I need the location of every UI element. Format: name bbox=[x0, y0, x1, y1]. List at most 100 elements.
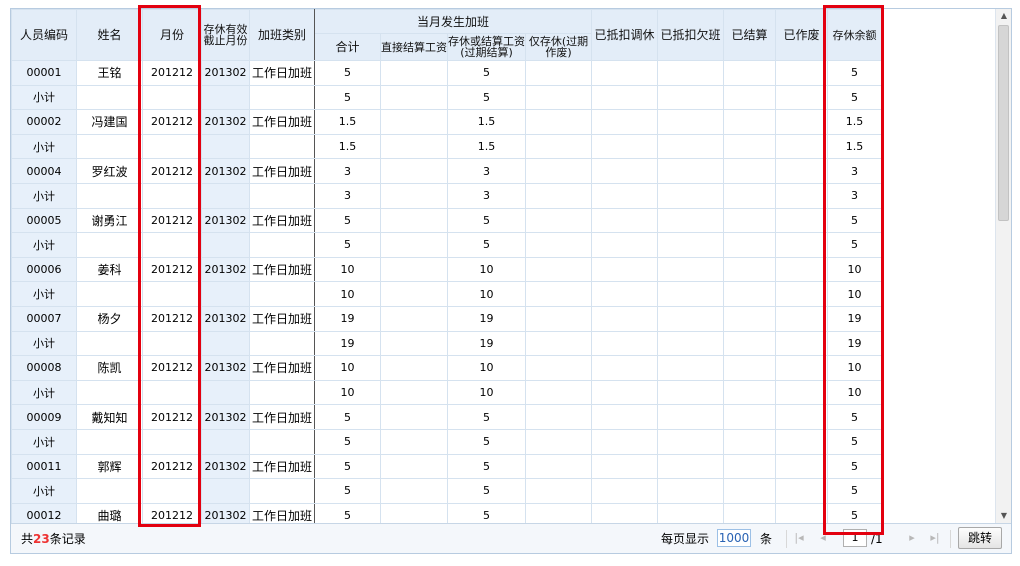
current-page-input[interactable]: 1 bbox=[843, 529, 867, 547]
subtotal-row[interactable]: 小计 5 5 5 bbox=[11, 428, 882, 455]
cell-cutoff-month: 201302 bbox=[201, 404, 250, 430]
table-row[interactable]: 00012 曲璐 201212 201302 工作日加班 5 5 5 bbox=[11, 502, 882, 523]
subtotal-row[interactable]: 小计 1.5 1.5 1.5 bbox=[11, 133, 882, 160]
cell-person-code: 小计 bbox=[11, 281, 77, 307]
col-ot-type[interactable]: 加班类别 bbox=[249, 9, 315, 61]
cell-person-code: 00008 bbox=[11, 355, 77, 381]
cell-voided bbox=[775, 281, 828, 307]
cell-month: 201212 bbox=[142, 355, 202, 381]
cell-person-code: 小计 bbox=[11, 182, 77, 209]
table-row[interactable]: 00008 陈凯 201212 201302 工作日加班 10 10 10 bbox=[11, 355, 882, 381]
scroll-thumb[interactable] bbox=[998, 25, 1009, 221]
cell-total: 19 bbox=[314, 305, 381, 332]
col-comp-only[interactable]: 仅存休(过期作废) bbox=[525, 33, 592, 61]
col-deducted-absent[interactable]: 已抵扣欠班 bbox=[657, 9, 724, 61]
col-name[interactable]: 姓名 bbox=[76, 9, 143, 61]
subtotal-row[interactable]: 小计 5 5 5 bbox=[11, 478, 882, 504]
col-comp-or-salary[interactable]: 存休或结算工资(过期结算) bbox=[447, 33, 526, 61]
cell-deducted-comp bbox=[591, 428, 658, 455]
col-total[interactable]: 合计 bbox=[314, 33, 381, 61]
cell-comp-only bbox=[525, 453, 592, 480]
record-count: 共23条记录 bbox=[21, 532, 86, 546]
cell-total: 5 bbox=[314, 428, 381, 455]
cell-comp-or-salary: 10 bbox=[447, 355, 526, 381]
cell-comp-only bbox=[525, 182, 592, 209]
cell-settled bbox=[723, 232, 776, 258]
cell-voided bbox=[775, 379, 828, 406]
cell-balance: 5 bbox=[827, 453, 882, 480]
cell-person-code: 小计 bbox=[11, 232, 77, 258]
next-page-icon[interactable]: ▸ bbox=[904, 530, 920, 546]
prev-page-icon[interactable]: ◂ bbox=[815, 530, 831, 546]
subtotal-row[interactable]: 小计 5 5 5 bbox=[11, 84, 882, 111]
cell-name: 戴知知 bbox=[76, 404, 143, 430]
subtotal-row[interactable]: 小计 3 3 3 bbox=[11, 182, 882, 209]
table-row[interactable]: 00011 郭辉 201212 201302 工作日加班 5 5 5 bbox=[11, 453, 882, 480]
cell-comp-only bbox=[525, 379, 592, 406]
table-row[interactable]: 00007 杨夕 201212 201302 工作日加班 19 19 19 bbox=[11, 305, 882, 332]
last-page-icon[interactable]: ▸| bbox=[927, 530, 943, 546]
subtotal-row[interactable]: 小计 10 10 10 bbox=[11, 281, 882, 307]
cell-settled bbox=[723, 109, 776, 135]
cell-total: 10 bbox=[314, 281, 381, 307]
cell-voided bbox=[775, 355, 828, 381]
cell-balance: 1.5 bbox=[827, 109, 882, 135]
first-page-icon[interactable]: |◂ bbox=[791, 530, 807, 546]
col-cutoff-month[interactable]: 存休有效截止月份 bbox=[201, 9, 250, 61]
cell-deducted-comp bbox=[591, 133, 658, 160]
subtotal-row[interactable]: 小计 19 19 19 bbox=[11, 330, 882, 357]
subtotal-row[interactable]: 小计 10 10 10 bbox=[11, 379, 882, 406]
scroll-up-icon[interactable]: ▲ bbox=[996, 9, 1012, 23]
table-row[interactable]: 00004 罗红波 201212 201302 工作日加班 3 3 3 bbox=[11, 158, 882, 184]
cell-person-code: 小计 bbox=[11, 84, 77, 111]
cell-voided bbox=[775, 256, 828, 283]
cell-comp-or-salary: 5 bbox=[447, 428, 526, 455]
table-row[interactable]: 00005 谢勇江 201212 201302 工作日加班 5 5 5 bbox=[11, 207, 882, 234]
cell-comp-or-salary: 5 bbox=[447, 60, 526, 86]
cell-deducted-absent bbox=[657, 404, 724, 430]
scroll-down-icon[interactable]: ▼ bbox=[996, 509, 1012, 523]
page-size-input[interactable]: 1000 bbox=[717, 529, 751, 547]
cell-ot-type: 工作日加班 bbox=[249, 256, 315, 283]
cell-deducted-absent bbox=[657, 305, 724, 332]
cell-balance: 5 bbox=[827, 84, 882, 111]
col-month[interactable]: 月份 bbox=[142, 9, 202, 61]
cell-balance: 5 bbox=[827, 404, 882, 430]
cell-cutoff-month: 201302 bbox=[201, 60, 250, 86]
table-row[interactable]: 00001 王铭 201212 201302 工作日加班 5 5 5 bbox=[11, 60, 882, 86]
col-balance[interactable]: 存休余额 bbox=[827, 9, 882, 61]
table-row[interactable]: 00002 冯建国 201212 201302 工作日加班 1.5 1.5 1.5 bbox=[11, 109, 882, 135]
cell-direct-salary bbox=[380, 330, 448, 357]
col-settled[interactable]: 已结算 bbox=[723, 9, 776, 61]
cell-settled bbox=[723, 60, 776, 86]
cell-month bbox=[142, 133, 202, 160]
col-direct-salary[interactable]: 直接结算工资 bbox=[380, 33, 448, 61]
cell-month bbox=[142, 84, 202, 111]
subtotal-row[interactable]: 小计 5 5 5 bbox=[11, 232, 882, 258]
cell-deducted-absent bbox=[657, 60, 724, 86]
cell-comp-or-salary: 10 bbox=[447, 256, 526, 283]
jump-button[interactable]: 跳转 bbox=[958, 527, 1002, 549]
col-voided[interactable]: 已作废 bbox=[775, 9, 828, 61]
cell-comp-or-salary: 5 bbox=[447, 232, 526, 258]
col-person-code[interactable]: 人员编码 bbox=[11, 9, 77, 61]
cell-comp-only bbox=[525, 355, 592, 381]
cell-name bbox=[76, 428, 143, 455]
vertical-scrollbar[interactable]: ▲ ▼ bbox=[995, 9, 1011, 523]
cell-cutoff-month: 201302 bbox=[201, 305, 250, 332]
table-row[interactable]: 00006 姜科 201212 201302 工作日加班 10 10 10 bbox=[11, 256, 882, 283]
cell-deducted-comp bbox=[591, 404, 658, 430]
cell-ot-type bbox=[249, 232, 315, 258]
cell-deducted-comp bbox=[591, 60, 658, 86]
col-deducted-comp[interactable]: 已抵扣调休 bbox=[591, 9, 658, 61]
cell-name bbox=[76, 281, 143, 307]
cell-voided bbox=[775, 60, 828, 86]
cell-cutoff-month: 201302 bbox=[201, 109, 250, 135]
table-row[interactable]: 00009 戴知知 201212 201302 工作日加班 5 5 5 bbox=[11, 404, 882, 430]
cell-cutoff-month: 201302 bbox=[201, 256, 250, 283]
cell-comp-only bbox=[525, 60, 592, 86]
cell-voided bbox=[775, 428, 828, 455]
cell-name bbox=[76, 379, 143, 406]
cell-settled bbox=[723, 355, 776, 381]
cell-month: 201212 bbox=[142, 502, 202, 523]
